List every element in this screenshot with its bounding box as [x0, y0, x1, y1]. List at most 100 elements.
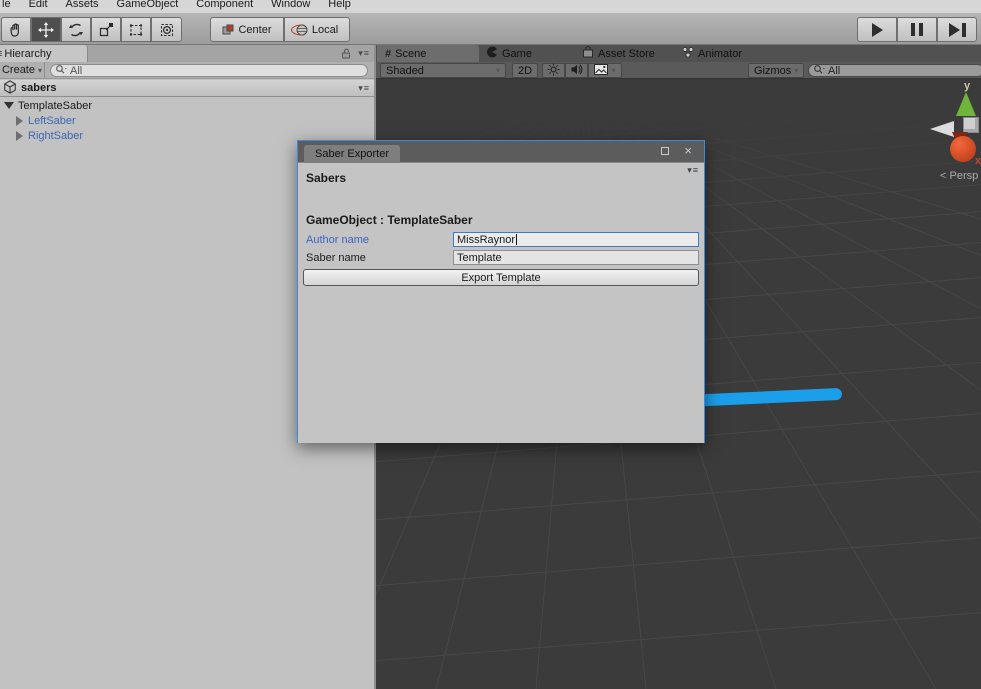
- tab-game[interactable]: Game: [486, 45, 532, 62]
- foldout-collapsed-icon[interactable]: [16, 116, 23, 126]
- tree-item-templatesaber[interactable]: TemplateSaber: [0, 98, 374, 113]
- export-template-label: Export Template: [461, 272, 540, 284]
- dialog-heading: Sabers: [306, 171, 346, 185]
- speaker-icon: [570, 63, 583, 79]
- menu-item-gameobject[interactable]: GameObject: [108, 0, 188, 11]
- menu-item-component[interactable]: Component: [187, 0, 262, 11]
- move-tool-icon: [38, 22, 54, 38]
- menu-item-edit[interactable]: Edit: [20, 0, 57, 11]
- pause-button[interactable]: [897, 17, 937, 42]
- window-title-label: Saber Exporter: [315, 148, 389, 160]
- hierarchy-tab-strip: ≡ Hierarchy ▾≡: [0, 45, 374, 62]
- hierarchy-toolbar: Create ▾ All: [0, 62, 374, 79]
- scene-effects-toggle[interactable]: ▾: [588, 63, 622, 78]
- step-button[interactable]: [937, 17, 977, 42]
- menu-item-file[interactable]: le: [0, 0, 20, 11]
- y-axis-cone-icon[interactable]: [956, 92, 976, 116]
- lock-icon[interactable]: [341, 48, 352, 62]
- scene-grid-icon: #: [385, 48, 391, 60]
- tab-hierarchy[interactable]: ≡ Hierarchy: [0, 45, 88, 62]
- tab-animator[interactable]: Animator: [682, 45, 742, 62]
- author-name-row: Author name MissRaynor: [298, 232, 704, 248]
- dropdown-arrow-icon: ▾: [794, 66, 798, 75]
- scale-tool-button[interactable]: [91, 17, 121, 42]
- tab-game-label: Game: [502, 48, 532, 60]
- dropdown-arrow-icon: ▾: [611, 66, 615, 75]
- transform-tool-icon: [159, 22, 175, 38]
- saber-name-label: Saber name: [306, 252, 366, 264]
- space-mode-button[interactable]: Local: [284, 17, 350, 42]
- hierarchy-tab-icon: ≡: [0, 48, 2, 60]
- tree-item-leftsaber[interactable]: LeftSaber: [0, 113, 374, 128]
- 2d-toggle-label: 2D: [518, 65, 532, 77]
- play-icon: [872, 23, 883, 37]
- maximize-icon[interactable]: [661, 147, 669, 155]
- hierarchy-pane-menu-icon[interactable]: ▾≡: [358, 48, 370, 59]
- pivot-icon: [222, 24, 234, 36]
- persp-mode-label[interactable]: < Persp: [940, 170, 978, 182]
- scene-search-value: All: [828, 65, 840, 77]
- tab-scene[interactable]: # Scene: [377, 45, 479, 62]
- author-name-value: MissRaynor: [457, 234, 515, 246]
- gizmo-center-cube-icon[interactable]: [963, 117, 979, 133]
- hierarchy-search-input[interactable]: All: [50, 64, 368, 77]
- tree-item-label: RightSaber: [28, 130, 83, 142]
- transform-tool-button[interactable]: [151, 17, 182, 42]
- search-icon: [55, 64, 68, 78]
- saber-exporter-window: Saber Exporter × ▾≡ Sabers GameObject : …: [297, 140, 705, 443]
- shading-mode-dropdown[interactable]: Shaded ▾: [380, 63, 506, 78]
- image-icon: [594, 64, 608, 78]
- pivot-mode-button[interactable]: Center: [210, 17, 284, 42]
- gizmos-label: Gizmos: [754, 65, 791, 77]
- z-axis-cone-icon[interactable]: [930, 121, 954, 137]
- window-pane-menu-icon[interactable]: ▾≡: [687, 165, 699, 176]
- menu-item-help[interactable]: Help: [319, 0, 360, 11]
- create-button-label: Create: [2, 64, 35, 76]
- 2d-toggle-button[interactable]: 2D: [512, 63, 538, 78]
- tab-asset-store-label: Asset Store: [598, 48, 655, 60]
- author-name-field[interactable]: MissRaynor: [453, 232, 699, 247]
- rect-tool-button[interactable]: [121, 17, 151, 42]
- tab-asset-store[interactable]: Asset Store: [582, 45, 655, 62]
- gizmos-dropdown[interactable]: Gizmos ▾: [748, 63, 804, 78]
- rotate-tool-button[interactable]: [61, 17, 91, 42]
- create-button[interactable]: Create ▾: [0, 62, 45, 78]
- hierarchy-search-value: All: [70, 65, 82, 77]
- rotate-tool-icon: [68, 22, 84, 38]
- hierarchy-tab-label: Hierarchy: [4, 48, 51, 60]
- play-button[interactable]: [857, 17, 897, 42]
- shopping-bag-icon: [582, 46, 594, 61]
- menu-item-window[interactable]: Window: [262, 0, 319, 11]
- window-body: ▾≡ Sabers GameObject : TemplateSaber Aut…: [298, 163, 704, 443]
- scene-row-menu-icon[interactable]: ▾≡: [358, 83, 370, 94]
- foldout-collapsed-icon[interactable]: [16, 131, 23, 141]
- author-name-label: Author name: [306, 234, 369, 246]
- tree-item-label: TemplateSaber: [18, 100, 92, 112]
- scene-asset-row[interactable]: sabers ▾≡: [0, 80, 374, 97]
- step-icon: [949, 23, 960, 37]
- game-icon: [486, 46, 498, 61]
- space-mode-label: Local: [312, 24, 338, 36]
- gameobject-line: GameObject : TemplateSaber: [306, 213, 473, 227]
- window-title-tab[interactable]: Saber Exporter: [304, 145, 400, 163]
- orientation-gizmo[interactable]: y x < Persp: [928, 80, 981, 190]
- saber-name-value: Template: [457, 252, 502, 264]
- export-template-button[interactable]: Export Template: [303, 269, 699, 286]
- pivot-mode-label: Center: [238, 24, 271, 36]
- menu-item-assets[interactable]: Assets: [57, 0, 108, 11]
- scene-search-input[interactable]: All: [808, 64, 981, 77]
- close-icon[interactable]: ×: [684, 143, 692, 158]
- move-tool-button[interactable]: [31, 17, 61, 42]
- tab-scene-label: Scene: [395, 48, 426, 60]
- search-icon: [813, 64, 826, 78]
- unity-scene-icon: [3, 80, 17, 97]
- hierarchy-tree: TemplateSaber LeftSaber RightSaber: [0, 98, 374, 143]
- saber-name-field[interactable]: Template: [453, 250, 699, 265]
- scene-tab-strip: # Scene Game Asset Store Animator: [376, 45, 981, 62]
- x-axis-ball-icon[interactable]: [950, 136, 976, 162]
- scene-audio-toggle[interactable]: [565, 63, 588, 78]
- scene-lighting-toggle[interactable]: [542, 63, 565, 78]
- foldout-expanded-icon[interactable]: [4, 102, 14, 109]
- hand-tool-button[interactable]: [1, 17, 31, 42]
- window-title-bar[interactable]: Saber Exporter ×: [298, 141, 704, 163]
